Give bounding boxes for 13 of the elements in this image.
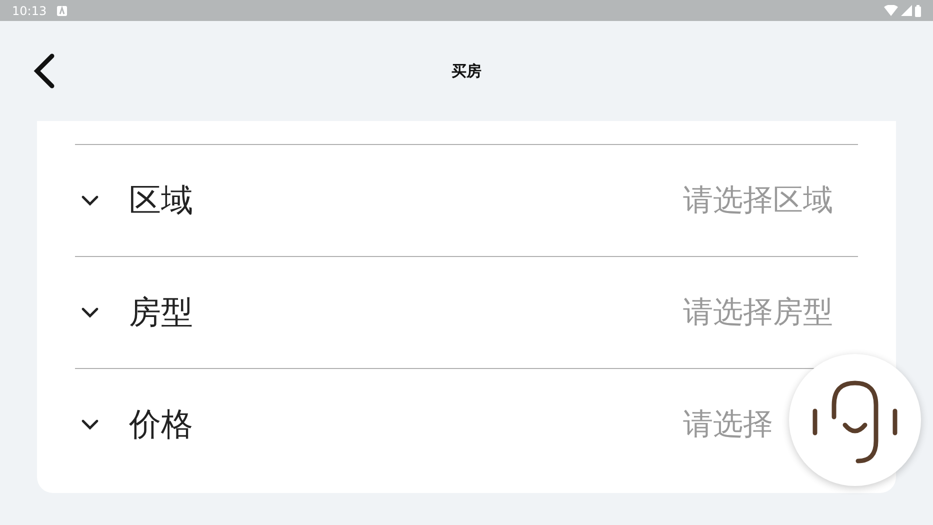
filter-label: 价格 <box>129 404 194 444</box>
notification-icon <box>56 6 67 16</box>
filter-label: 区域 <box>129 180 194 220</box>
back-button[interactable] <box>32 53 56 89</box>
select-field[interactable]: 请选择区域 <box>683 180 833 221</box>
filter-label: 房型 <box>129 292 194 332</box>
battery-icon <box>915 4 921 16</box>
wifi-icon <box>884 5 898 16</box>
select-field[interactable]: 请选择 <box>683 404 773 445</box>
status-time: 10:13 <box>12 4 47 18</box>
select-field[interactable]: 请选择房型 <box>683 292 833 333</box>
signal-icon <box>901 5 912 16</box>
page-title: 买房 <box>452 62 482 80</box>
